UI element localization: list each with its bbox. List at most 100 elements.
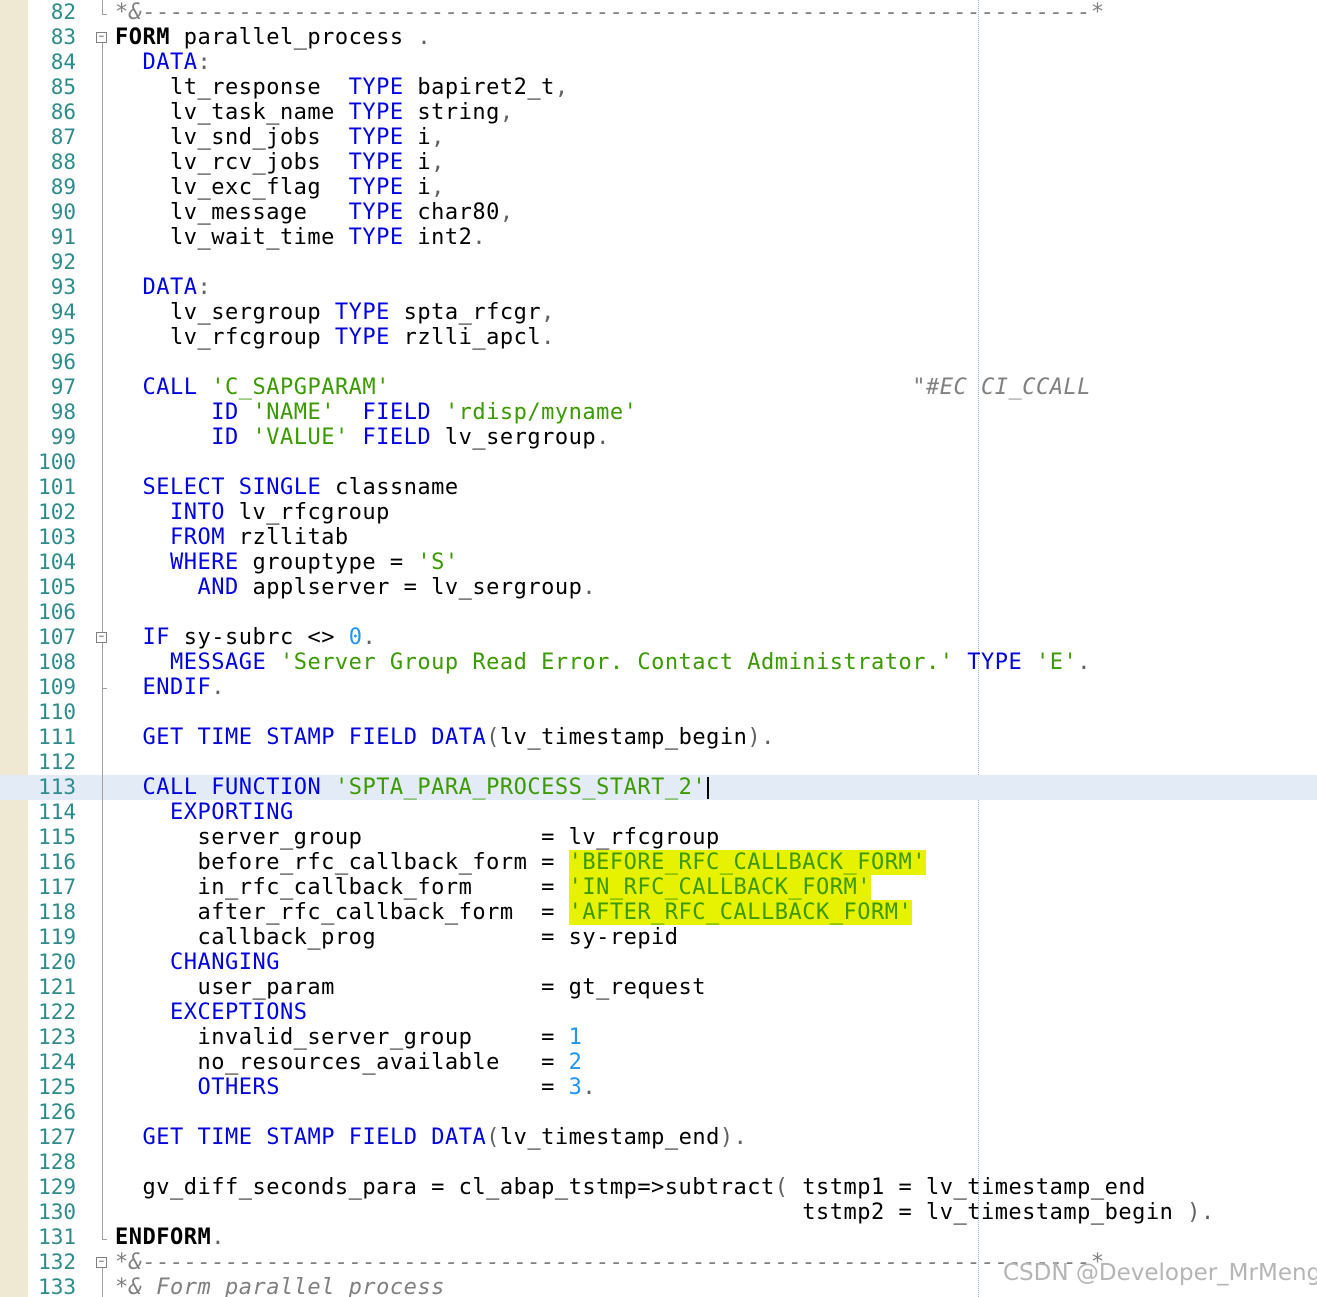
- line-code[interactable]: ID 'NAME' FIELD 'rdisp/myname': [115, 400, 637, 425]
- line-code[interactable]: ID 'VALUE' FIELD lv_sergroup.: [115, 425, 610, 450]
- line-code[interactable]: in_rfc_callback_form = 'IN_RFC_CALLBACK_…: [115, 875, 871, 900]
- line-code[interactable]: DATA:: [115, 275, 211, 300]
- line-code[interactable]: GET TIME STAMP FIELD DATA(lv_timestamp_b…: [115, 725, 775, 750]
- code-line[interactable]: 106: [0, 600, 1317, 625]
- line-code[interactable]: CALL FUNCTION 'SPTA_PARA_PROCESS_START_2…: [115, 775, 710, 800]
- code-line[interactable]: 84 DATA:: [0, 50, 1317, 75]
- line-code[interactable]: lv_exc_flag TYPE i,: [115, 175, 445, 200]
- line-code[interactable]: OTHERS = 3.: [115, 1075, 596, 1100]
- code-line[interactable]: 130 tstmp2 = lv_timestamp_begin ).: [0, 1200, 1317, 1225]
- line-code[interactable]: lv_rcv_jobs TYPE i,: [115, 150, 445, 175]
- line-code[interactable]: invalid_server_group = 1: [115, 1025, 582, 1050]
- code-line[interactable]: 105 AND applserver = lv_sergroup.: [0, 575, 1317, 600]
- code-line[interactable]: 114 EXPORTING: [0, 800, 1317, 825]
- code-line[interactable]: 111 GET TIME STAMP FIELD DATA(lv_timesta…: [0, 725, 1317, 750]
- code-line[interactable]: 96: [0, 350, 1317, 375]
- code-line[interactable]: 108 MESSAGE 'Server Group Read Error. Co…: [0, 650, 1317, 675]
- code-line[interactable]: 107 IF sy-subrc <> 0.: [0, 625, 1317, 650]
- code-line[interactable]: 89 lv_exc_flag TYPE i,: [0, 175, 1317, 200]
- code-line[interactable]: 102 INTO lv_rfcgroup: [0, 500, 1317, 525]
- line-code[interactable]: lv_task_name TYPE string,: [115, 100, 514, 125]
- code-editor[interactable]: 82 *&------------------------------------…: [0, 0, 1317, 1297]
- code-line[interactable]: 123 invalid_server_group = 1: [0, 1025, 1317, 1050]
- code-line[interactable]: 88 lv_rcv_jobs TYPE i,: [0, 150, 1317, 175]
- line-code[interactable]: *& Form parallel_process: [115, 1275, 445, 1297]
- code-line[interactable]: 113 CALL FUNCTION 'SPTA_PARA_PROCESS_STA…: [0, 775, 1317, 800]
- line-code[interactable]: GET TIME STAMP FIELD DATA(lv_timestamp_e…: [115, 1125, 747, 1150]
- line-code[interactable]: FORM parallel_process .: [115, 25, 431, 50]
- code-line[interactable]: 87 lv_snd_jobs TYPE i,: [0, 125, 1317, 150]
- code-line[interactable]: 104 WHERE grouptype = 'S': [0, 550, 1317, 575]
- code-line[interactable]: 117 in_rfc_callback_form = 'IN_RFC_CALLB…: [0, 875, 1317, 900]
- code-line[interactable]: 94 lv_sergroup TYPE spta_rfcgr,: [0, 300, 1317, 325]
- line-code[interactable]: gv_diff_seconds_para = cl_abap_tstmp=>su…: [115, 1175, 1146, 1200]
- fold-toggle-icon[interactable]: −: [96, 32, 107, 43]
- line-code[interactable]: callback_prog = sy-repid: [115, 925, 679, 950]
- line-code[interactable]: *&--------------------------------------…: [115, 1250, 1105, 1275]
- code-line[interactable]: 97 CALL 'C_SAPGPARAM' "#EC CI_CCALL: [0, 375, 1317, 400]
- line-code[interactable]: *&--------------------------------------…: [115, 0, 1105, 25]
- code-line[interactable]: 109 ENDIF.: [0, 675, 1317, 700]
- line-code[interactable]: ENDIF.: [115, 675, 225, 700]
- line-code[interactable]: EXPORTING: [115, 800, 294, 825]
- line-code[interactable]: FROM rzllitab: [115, 525, 349, 550]
- code-line[interactable]: 93 DATA:: [0, 275, 1317, 300]
- code-line[interactable]: 103 FROM rzllitab: [0, 525, 1317, 550]
- line-code[interactable]: ENDFORM.: [115, 1225, 225, 1250]
- line-code[interactable]: DATA:: [115, 50, 211, 75]
- code-line[interactable]: 90 lv_message TYPE char80,: [0, 200, 1317, 225]
- code-line[interactable]: 110: [0, 700, 1317, 725]
- code-line[interactable]: 126: [0, 1100, 1317, 1125]
- code-line[interactable]: 85 lt_response TYPE bapiret2_t,: [0, 75, 1317, 100]
- line-code[interactable]: EXCEPTIONS: [115, 1000, 307, 1025]
- line-code[interactable]: IF sy-subrc <> 0.: [115, 625, 376, 650]
- code-line[interactable]: 125 OTHERS = 3.: [0, 1075, 1317, 1100]
- line-code[interactable]: after_rfc_callback_form = 'AFTER_RFC_CAL…: [115, 900, 913, 925]
- code-line[interactable]: 82 *&------------------------------------…: [0, 0, 1317, 25]
- line-code[interactable]: no_resources_available = 2: [115, 1050, 582, 1075]
- line-code[interactable]: INTO lv_rfcgroup: [115, 500, 390, 525]
- line-code[interactable]: server_group = lv_rfcgroup: [115, 825, 720, 850]
- line-code[interactable]: CALL 'C_SAPGPARAM' "#EC CI_CCALL: [115, 375, 1091, 400]
- line-code[interactable]: lt_response TYPE bapiret2_t,: [115, 75, 569, 100]
- code-line[interactable]: 98 ID 'NAME' FIELD 'rdisp/myname': [0, 400, 1317, 425]
- code-line[interactable]: 127 GET TIME STAMP FIELD DATA(lv_timesta…: [0, 1125, 1317, 1150]
- line-code[interactable]: SELECT SINGLE classname: [115, 475, 459, 500]
- code-line[interactable]: 116 before_rfc_callback_form = 'BEFORE_R…: [0, 850, 1317, 875]
- code-line[interactable]: 112: [0, 750, 1317, 775]
- line-code[interactable]: before_rfc_callback_form = 'BEFORE_RFC_C…: [115, 850, 926, 875]
- code-line[interactable]: 129 gv_diff_seconds_para = cl_abap_tstmp…: [0, 1175, 1317, 1200]
- line-code[interactable]: lv_message TYPE char80,: [115, 200, 514, 225]
- line-code[interactable]: MESSAGE 'Server Group Read Error. Contac…: [115, 650, 1091, 675]
- fold-column[interactable]: − − −: [94, 0, 110, 1297]
- line-code[interactable]: lv_rfcgroup TYPE rzlli_apcl.: [115, 325, 555, 350]
- line-code[interactable]: lv_wait_time TYPE int2.: [115, 225, 486, 250]
- line-number: 121: [38, 975, 76, 999]
- code-line[interactable]: 83 FORM parallel_process .: [0, 25, 1317, 50]
- line-code[interactable]: WHERE grouptype = 'S': [115, 550, 459, 575]
- code-line[interactable]: 92: [0, 250, 1317, 275]
- line-code[interactable]: AND applserver = lv_sergroup.: [115, 575, 596, 600]
- line-code[interactable]: user_param = gt_request: [115, 975, 706, 1000]
- code-line[interactable]: 115 server_group = lv_rfcgroup: [0, 825, 1317, 850]
- line-code[interactable]: lv_snd_jobs TYPE i,: [115, 125, 445, 150]
- code-line[interactable]: 91 lv_wait_time TYPE int2.: [0, 225, 1317, 250]
- code-line[interactable]: 99 ID 'VALUE' FIELD lv_sergroup.: [0, 425, 1317, 450]
- code-line[interactable]: 120 CHANGING: [0, 950, 1317, 975]
- line-code[interactable]: lv_sergroup TYPE spta_rfcgr,: [115, 300, 555, 325]
- line-code[interactable]: tstmp2 = lv_timestamp_begin ).: [115, 1200, 1215, 1225]
- code-line[interactable]: 131 ENDFORM.: [0, 1225, 1317, 1250]
- fold-toggle-icon[interactable]: −: [96, 632, 107, 643]
- code-line[interactable]: 101 SELECT SINGLE classname: [0, 475, 1317, 500]
- code-line[interactable]: 124 no_resources_available = 2: [0, 1050, 1317, 1075]
- line-code[interactable]: CHANGING: [115, 950, 280, 975]
- code-line[interactable]: 95 lv_rfcgroup TYPE rzlli_apcl.: [0, 325, 1317, 350]
- code-line[interactable]: 122 EXCEPTIONS: [0, 1000, 1317, 1025]
- code-line[interactable]: 118 after_rfc_callback_form = 'AFTER_RFC…: [0, 900, 1317, 925]
- fold-toggle-icon[interactable]: −: [96, 1257, 107, 1268]
- code-line[interactable]: 119 callback_prog = sy-repid: [0, 925, 1317, 950]
- code-line[interactable]: 86 lv_task_name TYPE string,: [0, 100, 1317, 125]
- code-line[interactable]: 100: [0, 450, 1317, 475]
- code-line[interactable]: 128: [0, 1150, 1317, 1175]
- code-line[interactable]: 121 user_param = gt_request: [0, 975, 1317, 1000]
